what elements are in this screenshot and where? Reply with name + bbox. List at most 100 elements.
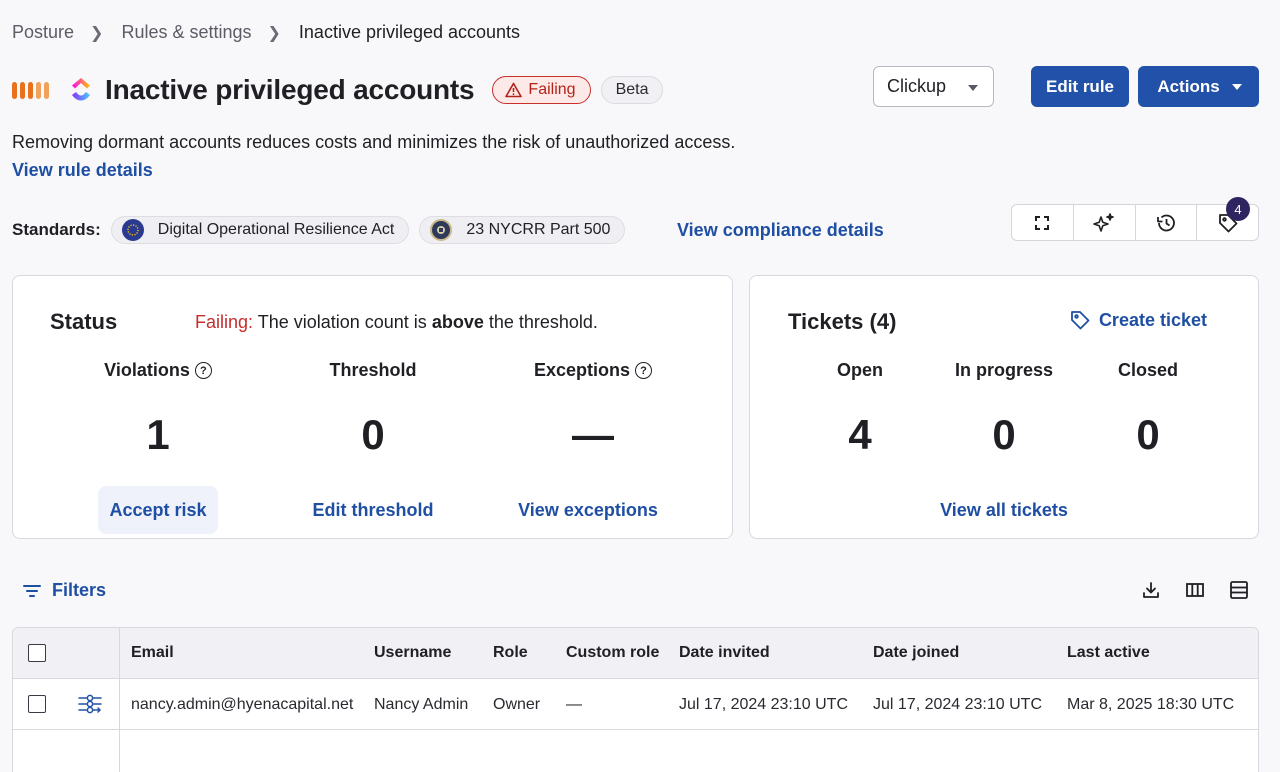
severity-icon: [12, 81, 49, 99]
tickets-card-title: Tickets (4): [788, 309, 897, 334]
title-row: Inactive privileged accounts Failing Bet…: [12, 68, 664, 112]
column-header-role[interactable]: Role: [493, 644, 528, 662]
view-compliance-details-link[interactable]: View compliance details: [677, 220, 884, 241]
cell-date-joined: Jul 17, 2024 23:10 UTC: [873, 696, 1042, 713]
breadcrumb-rules-settings[interactable]: Rules & settings: [121, 22, 251, 43]
accounts-table: Email Username Role Custom role Date inv…: [12, 627, 1259, 772]
accept-risk-button[interactable]: Accept risk: [98, 486, 218, 534]
threshold-label: Threshold: [329, 360, 417, 380]
actions-button[interactable]: Actions: [1138, 66, 1259, 107]
violations-label: Violations ?: [98, 360, 218, 381]
table-toolbar: [1141, 580, 1249, 600]
status-message-text: the threshold.: [483, 312, 598, 332]
warning-icon: [505, 82, 523, 98]
filter-icon: [23, 584, 41, 597]
status-message-text: The violation count is: [253, 312, 432, 332]
chevron-right-icon: ❯: [90, 24, 104, 42]
edit-threshold-link[interactable]: Edit threshold: [303, 486, 443, 534]
columns-icon[interactable]: [1185, 580, 1205, 600]
select-all-checkbox[interactable]: [28, 644, 46, 662]
status-badge-failing: Failing: [492, 76, 591, 104]
breadcrumb-posture[interactable]: Posture: [12, 22, 74, 43]
column-header-date-invited[interactable]: Date invited: [679, 644, 770, 662]
cell-email: nancy.admin@hyenacapital.net: [131, 696, 354, 713]
density-icon[interactable]: [1229, 580, 1249, 600]
status-failing-label: Failing:: [195, 312, 254, 332]
column-header-username[interactable]: Username: [374, 644, 451, 662]
tickets-in-progress-label: In progress: [954, 360, 1054, 380]
edit-rule-button[interactable]: Edit rule: [1031, 66, 1129, 107]
page-title: Inactive privileged accounts: [105, 74, 475, 105]
tickets-in-progress-value: 0: [992, 411, 1016, 458]
exceptions-label-text: Exceptions: [533, 360, 631, 380]
tickets-closed-value: 0: [1136, 411, 1160, 458]
column-header-custom-role[interactable]: Custom role: [566, 644, 659, 662]
violations-label-text: Violations: [104, 360, 190, 380]
cell-role: Owner: [493, 696, 541, 713]
standard-chip-label: Digital Operational Resilience Act: [157, 221, 395, 238]
create-ticket-button[interactable]: Create ticket: [1069, 309, 1207, 331]
view-all-tickets-link[interactable]: View all tickets: [914, 486, 1094, 534]
cell-username: Nancy Admin: [374, 696, 469, 713]
ny-seal-icon: [430, 219, 453, 241]
column-header-date-joined[interactable]: Date joined: [873, 644, 959, 662]
history-icon: [1156, 214, 1175, 231]
filters-button[interactable]: Filters: [22, 580, 106, 601]
standards-label: Standards:: [12, 220, 101, 239]
column-divider: [119, 628, 120, 772]
standards-row: Standards: Digital Operational Resilienc…: [12, 216, 635, 244]
expand-button[interactable]: [1012, 205, 1073, 240]
cell-date-invited: Jul 17, 2024 23:10 UTC: [679, 696, 848, 713]
clickup-logo-icon: [72, 78, 90, 101]
tickets-card: Tickets (4) Create ticket Open 4 In prog…: [749, 275, 1259, 539]
beta-badge: Beta: [600, 76, 664, 104]
row-checkbox[interactable]: [28, 695, 46, 713]
exceptions-label: Exceptions ?: [518, 360, 668, 381]
status-badge-label: Failing: [528, 81, 576, 98]
filters-label: Filters: [52, 580, 107, 600]
eu-flag-icon: [121, 219, 144, 241]
column-header-last-active[interactable]: Last active: [1067, 644, 1150, 662]
tags-count-badge: 4: [1226, 197, 1250, 221]
table-row[interactable]: nancy.admin@hyenacapital.net Nancy Admin…: [13, 679, 1258, 730]
threshold-value: 0: [361, 411, 385, 458]
status-message-emphasis: above: [431, 312, 484, 332]
caret-down-icon: [968, 85, 978, 91]
expand-icon: [1035, 215, 1050, 230]
status-message: Failing: The violation count is above th…: [195, 312, 598, 333]
violations-value: 1: [146, 411, 170, 458]
rule-icon-toolbar: 4: [1011, 197, 1259, 241]
tickets-open-label: Open: [836, 360, 883, 380]
view-exceptions-link[interactable]: View exceptions: [508, 486, 668, 534]
help-icon[interactable]: ?: [635, 362, 653, 379]
chevron-right-icon: ❯: [267, 24, 281, 42]
cell-last-active: Mar 8, 2025 18:30 UTC: [1067, 696, 1235, 713]
create-ticket-label: Create ticket: [1098, 309, 1207, 330]
status-card: Status Failing: The violation count is a…: [12, 275, 733, 539]
row-details-icon[interactable]: [77, 693, 103, 715]
tags-button[interactable]: 4: [1196, 197, 1258, 240]
cell-custom-role: —: [566, 696, 582, 713]
tag-icon: [1071, 311, 1090, 330]
app-select-value: Clickup: [887, 76, 947, 96]
standard-chip-label: 23 NYCRR Part 500: [466, 221, 611, 238]
sparkles-icon: [1093, 212, 1114, 232]
breadcrumb-current: Inactive privileged accounts: [298, 22, 521, 42]
actions-button-label: Actions: [1157, 76, 1220, 96]
exceptions-value: —: [572, 411, 614, 458]
tickets-closed-label: Closed: [1117, 360, 1178, 380]
standard-chip-nycrr[interactable]: 23 NYCRR Part 500: [419, 216, 626, 244]
status-card-title: Status: [50, 309, 118, 334]
breadcrumb: Posture ❯ Rules & settings ❯ Inactive pr…: [12, 22, 520, 43]
rule-description: Removing dormant accounts reduces costs …: [12, 132, 736, 152]
caret-down-icon: [1232, 84, 1242, 90]
app-select[interactable]: Clickup: [873, 66, 994, 107]
standard-chip-dora[interactable]: Digital Operational Resilience Act: [110, 216, 410, 244]
view-rule-details-link[interactable]: View rule details: [12, 160, 153, 181]
help-icon[interactable]: ?: [194, 362, 212, 379]
column-header-email[interactable]: Email: [131, 644, 174, 662]
tickets-open-value: 4: [848, 411, 872, 458]
history-button[interactable]: [1134, 205, 1197, 240]
download-icon[interactable]: [1141, 580, 1161, 600]
ai-assist-button[interactable]: [1072, 205, 1135, 240]
